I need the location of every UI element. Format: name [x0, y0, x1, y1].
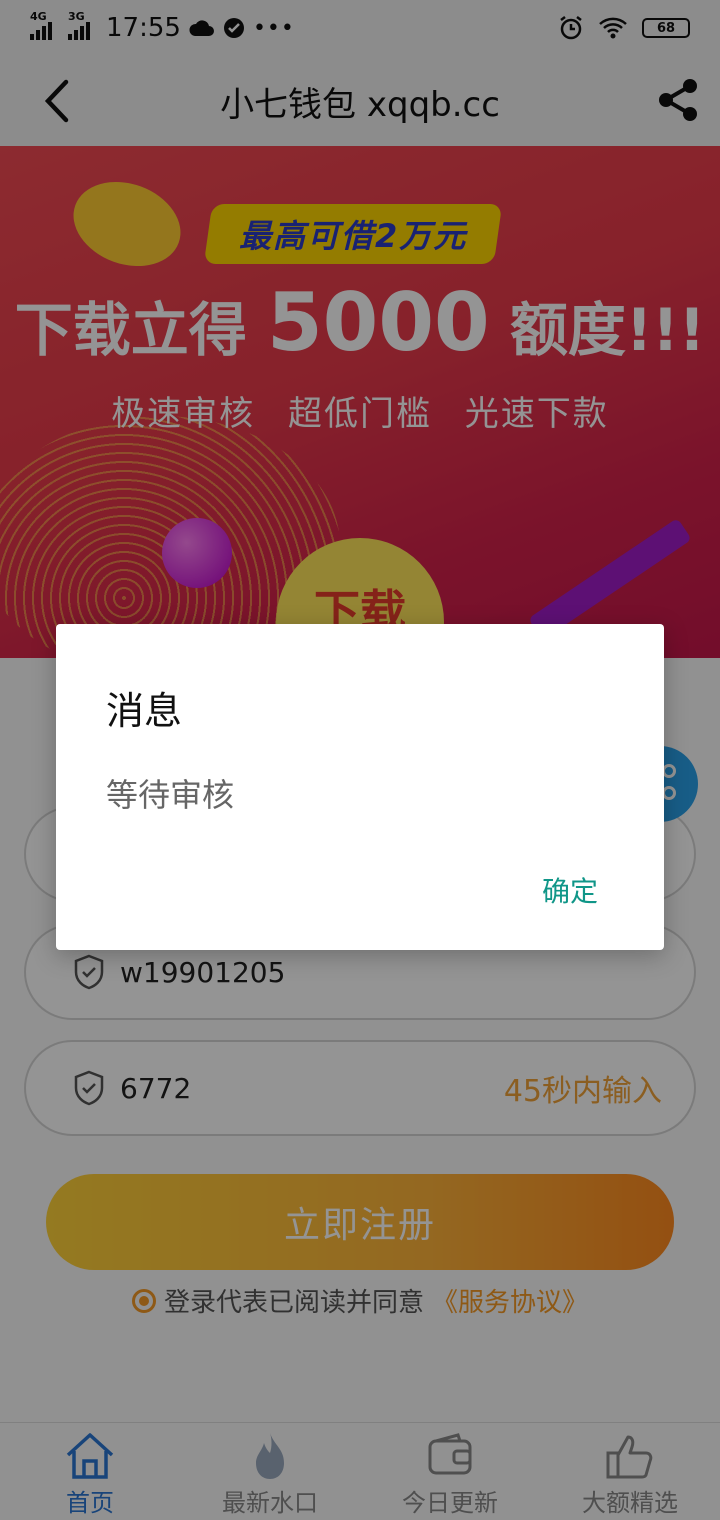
dialog-title: 消息: [106, 689, 183, 733]
confirm-button[interactable]: 确定: [542, 870, 598, 910]
message-dialog: 消息 等待审核 确定: [56, 624, 664, 950]
dialog-message: 等待审核: [106, 776, 235, 814]
